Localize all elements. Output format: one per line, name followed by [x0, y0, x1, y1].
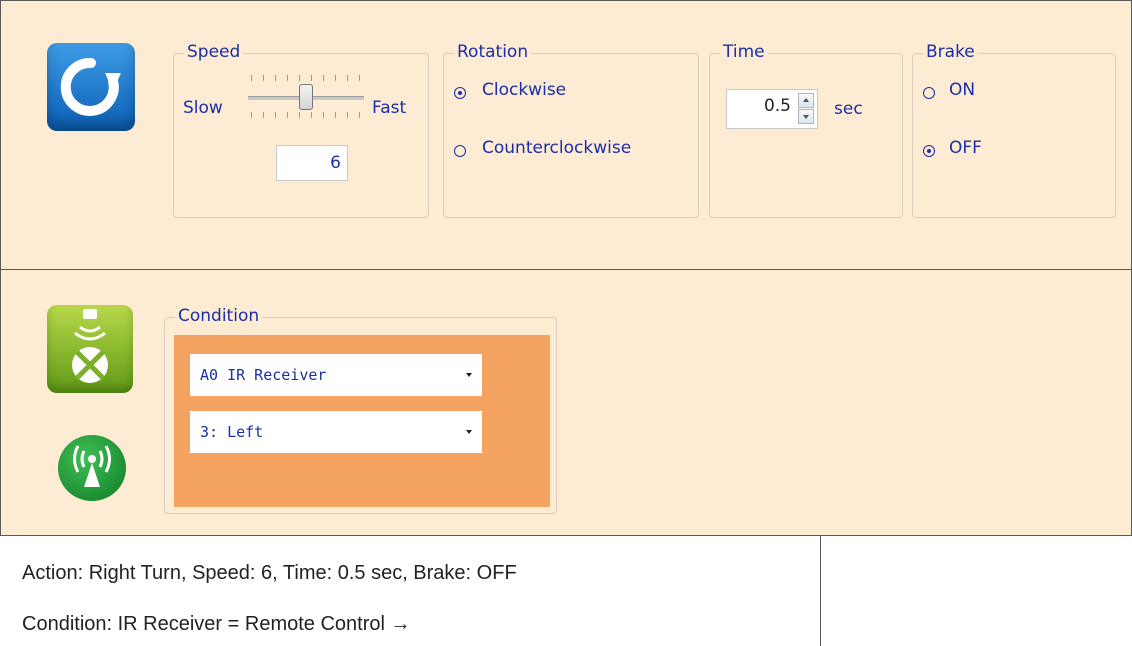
- value-dropdown[interactable]: 3: Left: [190, 411, 482, 453]
- sensor-dropdown[interactable]: A0 IR Receiver: [190, 354, 482, 396]
- condition-orange-box: A0 IR Receiver 3: Left: [174, 335, 550, 507]
- condition-panel: Condition A0 IR Receiver 3: Left: [0, 269, 1132, 536]
- rotate-clockwise-icon[interactable]: [47, 43, 135, 131]
- brake-group: Brake ON OFF: [912, 39, 1116, 218]
- brake-on-option[interactable]: ON: [923, 80, 1043, 106]
- summary-box: Action: Right Turn, Speed: 6, Time: 0.5 …: [0, 535, 821, 646]
- wireless-signal-icon[interactable]: [58, 435, 126, 501]
- counterclockwise-label: Counterclockwise: [482, 138, 632, 158]
- up-arrow-icon: [803, 98, 809, 102]
- value-dropdown-value: 3: Left: [200, 423, 264, 441]
- brake-on-label: ON: [949, 80, 976, 100]
- slider-ticks-bottom: [251, 112, 361, 118]
- rotation-group: Rotation Clockwise Counterclockwise: [443, 39, 699, 218]
- summary-condition-line: Condition: IR Receiver = Remote Control …: [22, 613, 411, 635]
- clockwise-radio[interactable]: [454, 87, 466, 99]
- chevron-down-icon[interactable]: [466, 373, 472, 377]
- condition-legend: Condition: [175, 303, 263, 329]
- speed-group: Speed Slow Fast 6: [173, 39, 429, 218]
- time-unit-label: sec: [834, 99, 863, 119]
- brake-off-label: OFF: [949, 138, 982, 158]
- brake-on-radio[interactable]: [923, 87, 935, 99]
- spinner-up-button[interactable]: [798, 93, 814, 108]
- summary-action-line: Action: Right Turn, Speed: 6, Time: 0.5 …: [22, 562, 517, 584]
- brake-off-option[interactable]: OFF: [923, 138, 1043, 164]
- speed-legend: Speed: [184, 39, 244, 65]
- spinner-down-button[interactable]: [798, 109, 814, 124]
- slider-thumb[interactable]: [299, 84, 313, 110]
- counterclockwise-radio[interactable]: [454, 145, 466, 157]
- time-legend: Time: [720, 39, 768, 65]
- rotation-counterclockwise-option[interactable]: Counterclockwise: [454, 138, 694, 164]
- rotation-clockwise-option[interactable]: Clockwise: [454, 80, 674, 106]
- time-group: Time 0.5 sec: [709, 39, 903, 218]
- time-spinner[interactable]: 0.5: [726, 89, 818, 129]
- condition-group: Condition A0 IR Receiver 3: Left: [164, 303, 557, 514]
- rotation-legend: Rotation: [454, 39, 532, 65]
- time-value[interactable]: 0.5: [764, 96, 791, 116]
- speed-slider[interactable]: [248, 72, 364, 122]
- down-arrow-icon: [803, 115, 809, 119]
- speed-slow-label: Slow: [183, 98, 223, 118]
- brake-off-radio[interactable]: [923, 145, 935, 157]
- brake-legend: Brake: [923, 39, 978, 65]
- speed-fast-label: Fast: [372, 98, 407, 118]
- ir-receiver-icon[interactable]: [47, 305, 133, 393]
- slider-ticks-top: [251, 75, 361, 81]
- action-panel: Speed Slow Fast 6 Rotation Clockwise Cou…: [0, 0, 1132, 270]
- sensor-dropdown-value: A0 IR Receiver: [200, 366, 327, 384]
- chevron-down-icon[interactable]: [466, 430, 472, 434]
- speed-input[interactable]: 6: [276, 145, 348, 181]
- clockwise-label: Clockwise: [482, 80, 567, 100]
